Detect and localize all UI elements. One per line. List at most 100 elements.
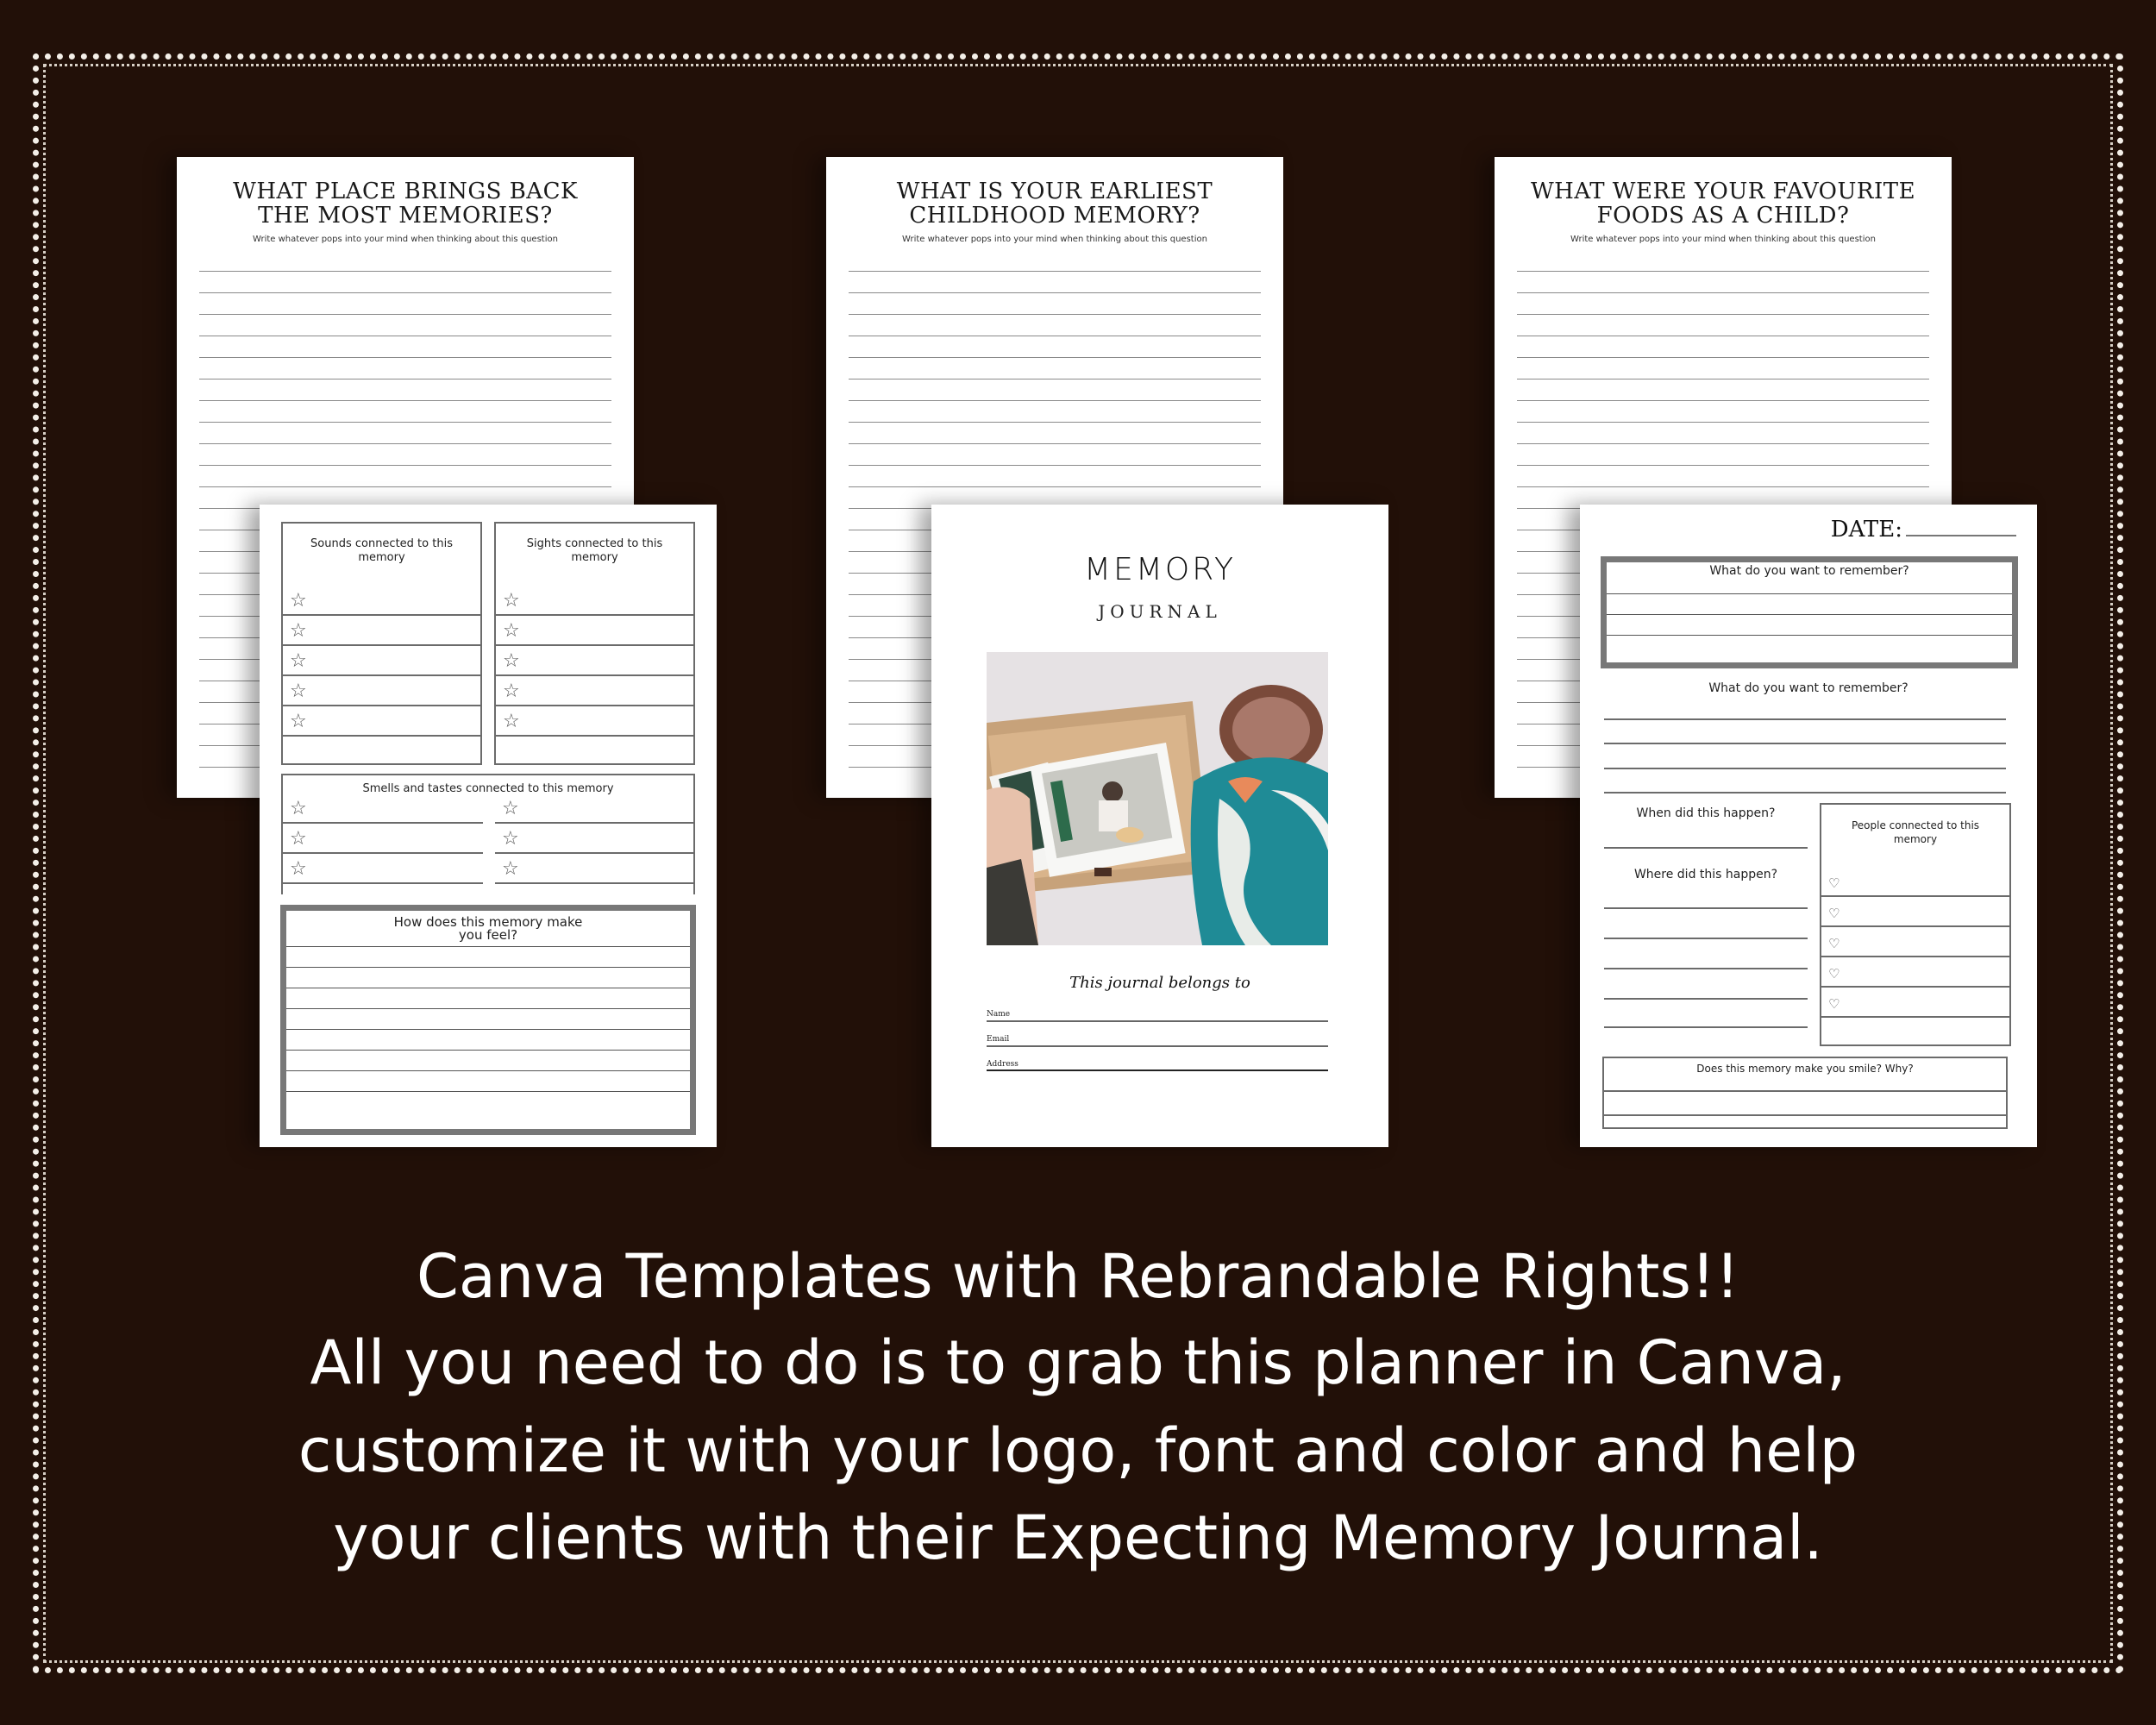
heart-icon: ♡ [1828,936,1840,951]
row-divider [283,852,483,854]
writing-line[interactable] [1517,379,1929,380]
writing-line[interactable] [1517,422,1929,423]
writing-line[interactable] [849,379,1261,380]
writing-line[interactable] [1604,998,1808,1000]
smile-question: Does this memory make you smile? Why? [1696,1063,1914,1075]
writing-line[interactable] [1607,635,2012,636]
prompt-title-line-2: CHILDHOOD MEMORY? [909,203,1200,229]
smells-box: Smells and tastes connected to this memo… [281,774,695,894]
writing-line[interactable] [1517,292,1929,293]
cover-title: MEMORY [1084,552,1236,587]
writing-line[interactable] [1607,614,2012,615]
writing-line[interactable] [1517,314,1929,315]
row-divider [496,644,693,646]
writing-line[interactable] [1604,743,2006,744]
writing-line[interactable] [849,465,1261,466]
writing-line[interactable] [849,292,1261,293]
row-divider [496,614,693,616]
prompt-subtitle: Write whatever pops into your mind when … [1570,235,1876,244]
writing-line[interactable] [199,357,611,358]
writing-line[interactable] [849,357,1261,358]
writing-line[interactable] [286,946,690,947]
writing-line[interactable] [1517,271,1929,272]
writing-line[interactable] [1517,465,1929,466]
star-icon: ☆ [290,620,307,642]
writing-line[interactable] [849,486,1261,487]
writing-line[interactable] [286,1008,690,1009]
promo-headline: Canva Templates with Rebrandable Rights!… [416,1241,1740,1312]
row-divider [283,705,480,706]
writing-line[interactable] [1604,1114,2006,1116]
writing-line[interactable] [199,314,611,315]
heart-icon: ♡ [1828,875,1840,891]
sounds-title: Sounds connected to this memory [283,537,480,565]
writing-line[interactable] [849,314,1261,315]
row-divider [496,705,693,706]
writing-line[interactable] [1517,486,1929,487]
email-field-line[interactable] [987,1045,1328,1047]
writing-line[interactable] [199,465,611,466]
writing-line[interactable] [199,379,611,380]
writing-line[interactable] [286,1029,690,1030]
writing-line[interactable] [1607,593,2012,594]
star-icon: ☆ [290,828,307,850]
writing-line[interactable] [199,400,611,401]
row-divider [283,882,483,884]
name-field-label: Name [987,1010,1011,1019]
heart-icon: ♡ [1828,966,1840,982]
writing-line[interactable] [1604,907,1808,909]
row-divider [283,822,483,824]
name-field-line[interactable] [987,1020,1328,1022]
row-divider [283,674,480,676]
writing-line[interactable] [286,967,690,968]
writing-line[interactable] [1604,847,1808,849]
writing-line[interactable] [1604,792,2006,794]
writing-line[interactable] [1604,1090,2006,1092]
writing-line[interactable] [849,271,1261,272]
row-divider [283,644,480,646]
writing-line[interactable] [1517,443,1929,444]
writing-line[interactable] [1604,718,2006,720]
star-icon: ☆ [290,711,307,732]
cover-photo [987,652,1328,945]
writing-line[interactable] [849,443,1261,444]
feelings-title-line-2: you feel? [458,927,518,943]
prompt-subtitle: Write whatever pops into your mind when … [902,235,1207,244]
email-field-label: Email [987,1035,1010,1044]
when-question: When did this happen? [1636,806,1776,820]
date-field[interactable]: DATE: [1831,517,2016,543]
writing-line[interactable] [199,443,611,444]
writing-line[interactable] [1604,768,2006,769]
remember-box-highlighted: What do you want to remember? [1601,556,2018,668]
writing-line[interactable] [199,486,611,487]
prompt-title-line-2: FOODS AS A CHILD? [1596,203,1850,229]
prompt-title-line-2: THE MOST MEMORIES? [258,203,553,229]
row-divider [1821,956,2009,957]
star-icon: ☆ [503,620,520,642]
writing-line[interactable] [1604,1026,1808,1028]
promo-line-2: All you need to do is to grab this plann… [310,1327,1846,1398]
star-icon: ☆ [502,858,519,880]
writing-line[interactable] [199,422,611,423]
writing-line[interactable] [199,271,611,272]
writing-line[interactable] [1604,968,1808,969]
row-divider [495,852,695,854]
people-box: People connected to this memory ♡ ♡ ♡ ♡ ♡ [1820,803,2011,1046]
sights-title-line-2: memory [571,551,618,564]
prompt-title: WHAT WERE YOUR FAVOURITE FOODS AS A CHIL… [1495,179,1952,228]
sounds-title-line-1: Sounds connected to this [310,537,453,550]
star-icon: ☆ [290,650,307,672]
prompt-title-line-1: WHAT PLACE BRINGS BACK [233,179,578,204]
writing-line[interactable] [849,422,1261,423]
writing-line[interactable] [1517,357,1929,358]
writing-line[interactable] [286,1070,690,1071]
address-field-line[interactable] [987,1070,1328,1071]
writing-line[interactable] [849,400,1261,401]
writing-line[interactable] [286,1050,690,1051]
date-line [1906,535,2016,536]
writing-line[interactable] [286,1091,690,1092]
row-divider [495,882,695,884]
writing-line[interactable] [199,292,611,293]
writing-line[interactable] [1604,938,1808,939]
writing-line[interactable] [1517,400,1929,401]
